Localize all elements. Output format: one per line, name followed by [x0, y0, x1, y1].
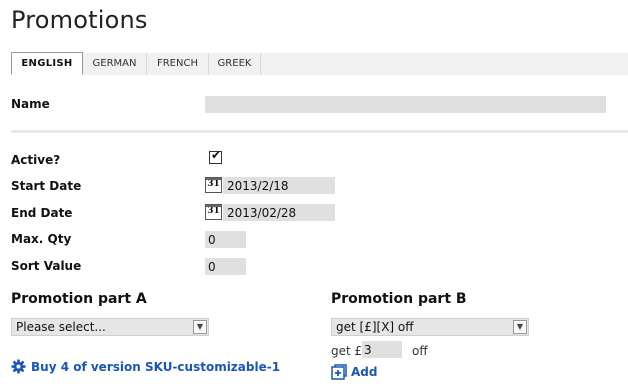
max-qty-label: Max. Qty — [11, 232, 72, 246]
get-amount-input[interactable] — [362, 341, 402, 358]
promotion-part-b-title: Promotion part B — [331, 291, 467, 307]
language-tabs: ENGLISH GERMAN FRENCH GREEK — [11, 52, 628, 75]
checkmark-icon: ✔ — [211, 148, 222, 162]
off-suffix-label: off — [412, 344, 428, 358]
sort-value-input[interactable] — [205, 258, 246, 275]
gear-icon[interactable] — [11, 359, 26, 374]
max-qty-input[interactable] — [205, 231, 246, 248]
sort-value-label: Sort Value — [11, 259, 82, 273]
part-a-select[interactable]: Please select... ▼ — [11, 318, 209, 336]
start-date-label: Start Date — [11, 179, 82, 193]
part-b-select-value: get [£][X] off — [336, 320, 414, 334]
tab-greek[interactable]: GREEK — [209, 53, 261, 75]
calendar-icon[interactable]: 31 — [205, 204, 222, 220]
add-button[interactable]: Add — [351, 365, 377, 379]
tab-english[interactable]: ENGLISH — [11, 52, 83, 75]
end-date-label: End Date — [11, 206, 73, 220]
active-checkbox[interactable]: ✔ — [209, 148, 222, 164]
promotion-part-a-title: Promotion part A — [11, 291, 147, 307]
add-icon[interactable] — [331, 364, 347, 380]
name-input[interactable] — [205, 96, 606, 113]
divider — [11, 130, 628, 133]
calendar-icon[interactable]: 31 — [205, 177, 222, 193]
chevron-down-icon: ▼ — [513, 320, 527, 334]
part-b-select[interactable]: get [£][X] off ▼ — [331, 318, 529, 336]
end-date-input[interactable] — [223, 204, 335, 221]
tab-french[interactable]: FRENCH — [147, 53, 209, 75]
name-label: Name — [11, 97, 50, 111]
chevron-down-icon: ▼ — [193, 320, 207, 334]
active-label: Active? — [11, 153, 61, 167]
get-prefix-label: get £ — [331, 344, 363, 358]
buy-version-link[interactable]: Buy 4 of version SKU-customizable-1 — [31, 360, 280, 374]
tab-german[interactable]: GERMAN — [83, 53, 147, 75]
page-title: Promotions — [11, 6, 148, 34]
start-date-input[interactable] — [223, 177, 335, 194]
part-a-select-value: Please select... — [16, 320, 106, 334]
